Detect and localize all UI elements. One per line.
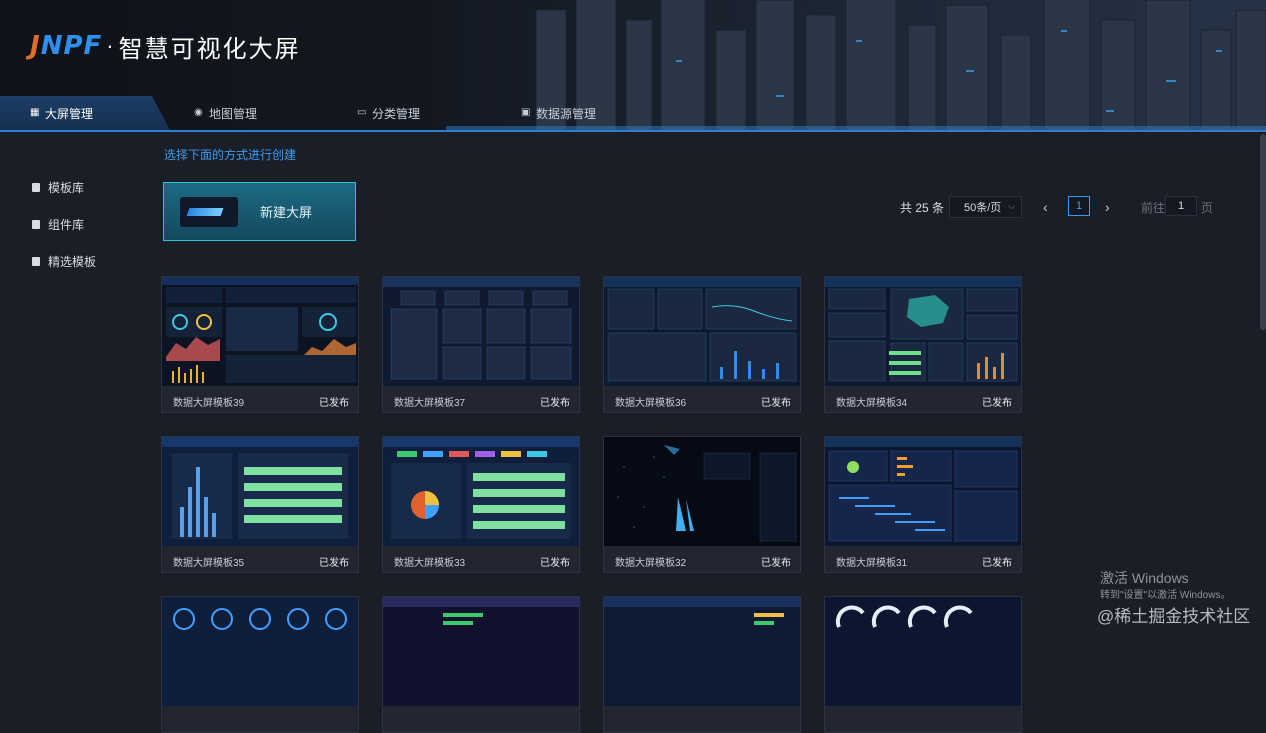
template-name: 数据大屏模板31 xyxy=(836,558,908,569)
publish-status: 已发布 xyxy=(319,558,349,569)
template-name: 数据大屏模板32 xyxy=(615,558,687,569)
nav-item-label: 大屏管理 xyxy=(45,106,94,121)
page-size-value: 50条/页 xyxy=(964,202,1002,214)
prev-page-button[interactable]: ‹ xyxy=(1043,196,1048,218)
template-card[interactable] xyxy=(603,596,801,733)
create-screen-button[interactable]: 新建大屏 xyxy=(163,182,356,241)
nav-item-category-manage[interactable]: ▭ 分类管理 xyxy=(357,96,420,130)
template-card[interactable]: 数据大屏模板36 已发布 xyxy=(603,276,801,413)
doc-icon xyxy=(32,219,40,229)
template-thumbnail xyxy=(825,277,1021,386)
publish-status: 已发布 xyxy=(319,398,349,409)
goto-unit: 页 xyxy=(1201,200,1214,215)
create-screen-thumbnail xyxy=(180,196,238,227)
template-thumbnail xyxy=(383,437,579,546)
chevron-down-icon: ⌵ xyxy=(1008,201,1015,211)
goto-label: 前往 xyxy=(1141,200,1166,215)
sidebar-item-component-library[interactable]: 组件库 xyxy=(32,216,84,232)
database-icon: ▣ xyxy=(521,107,531,118)
template-card[interactable]: 数据大屏模板32 已发布 xyxy=(603,436,801,573)
template-card[interactable]: 数据大屏模板33 已发布 xyxy=(382,436,580,573)
logo: JNPF · 智慧可视化大屏 xyxy=(30,30,301,63)
pagination-total: 共 25 条 xyxy=(900,200,945,215)
logo-separator: · xyxy=(106,33,115,58)
page-number-current[interactable]: 1 xyxy=(1068,196,1090,216)
scrollbar[interactable] xyxy=(1260,134,1266,330)
logo-brand-pf: PF xyxy=(63,31,103,61)
top-nav: ▦ 大屏管理 ◉ 地图管理 ▭ 分类管理 ▣ 数据源管理 xyxy=(0,96,1266,132)
sidebar-item-label: 组件库 xyxy=(48,217,85,232)
template-thumbnail xyxy=(162,437,358,546)
template-thumbnail xyxy=(162,597,358,706)
sidebar-item-template-library[interactable]: 模板库 xyxy=(32,179,84,195)
template-name: 数据大屏模板37 xyxy=(394,398,466,409)
template-thumbnail xyxy=(825,437,1021,546)
doc-icon xyxy=(32,182,40,192)
windows-activation-subtitle: 转到"设置"以激活 Windows。 xyxy=(1100,590,1231,601)
publish-status: 已发布 xyxy=(761,558,791,569)
template-card[interactable] xyxy=(382,596,580,733)
logo-brand-j: J xyxy=(30,31,41,61)
windows-activation-title: 激活 Windows xyxy=(1100,570,1189,586)
template-card[interactable] xyxy=(824,596,1022,733)
map-pin-icon: ◉ xyxy=(194,107,203,118)
publish-status: 已发布 xyxy=(540,558,570,569)
template-card[interactable]: 数据大屏模板34 已发布 xyxy=(824,276,1022,413)
main-content: 选择下面的方式进行创建 新建大屏 共 25 条 50条/页 ⌵ ‹ 1 › 前往… xyxy=(150,134,1266,733)
sidebar-item-label: 模板库 xyxy=(48,180,85,195)
template-card[interactable]: 数据大屏模板39 已发布 xyxy=(161,276,359,413)
sidebar-item-label: 精选模板 xyxy=(48,254,97,269)
nav-item-label: 地图管理 xyxy=(209,106,258,121)
template-thumbnail xyxy=(383,277,579,386)
logo-title: 智慧可视化大屏 xyxy=(118,35,301,63)
publish-status: 已发布 xyxy=(761,398,791,409)
template-name: 数据大屏模板34 xyxy=(836,398,908,409)
nav-item-label: 数据源管理 xyxy=(536,106,597,121)
template-card[interactable]: 数据大屏模板37 已发布 xyxy=(382,276,580,413)
sidebar-item-featured-templates[interactable]: 精选模板 xyxy=(32,253,96,269)
template-card[interactable]: 数据大屏模板31 已发布 xyxy=(824,436,1022,573)
nav-item-screen-manage[interactable]: ▦ 大屏管理 xyxy=(0,96,170,130)
next-page-button[interactable]: › xyxy=(1105,196,1110,218)
folder-icon: ▭ xyxy=(357,107,367,118)
publish-status: 已发布 xyxy=(982,398,1012,409)
logo-brand: JNPF xyxy=(30,31,102,61)
juejin-watermark: @稀土掘金技术社区 xyxy=(1097,607,1251,626)
template-thumbnail xyxy=(604,437,800,546)
template-thumbnail xyxy=(604,597,800,706)
template-card[interactable] xyxy=(161,596,359,733)
template-name: 数据大屏模板33 xyxy=(394,558,466,569)
nav-item-datasource-manage[interactable]: ▣ 数据源管理 xyxy=(521,96,596,130)
create-hint: 选择下面的方式进行创建 xyxy=(164,148,297,162)
nav-item-label: 分类管理 xyxy=(372,106,421,121)
template-name: 数据大屏模板35 xyxy=(173,558,245,569)
sidebar: 模板库 组件库 精选模板 xyxy=(0,134,150,633)
publish-status: 已发布 xyxy=(540,398,570,409)
template-thumbnail xyxy=(604,277,800,386)
template-name: 数据大屏模板36 xyxy=(615,398,687,409)
nav-item-map-manage[interactable]: ◉ 地图管理 xyxy=(194,96,257,130)
publish-status: 已发布 xyxy=(982,558,1012,569)
page-size-select[interactable]: 50条/页 ⌵ xyxy=(949,196,1022,218)
template-thumbnail xyxy=(383,597,579,706)
template-card[interactable]: 数据大屏模板35 已发布 xyxy=(161,436,359,573)
template-thumbnail xyxy=(825,597,1021,706)
create-screen-label: 新建大屏 xyxy=(260,205,313,220)
header: JNPF · 智慧可视化大屏 ▦ 大屏管理 ◉ 地图管理 ▭ 分类管理 ▣ 数据… xyxy=(0,0,1266,132)
doc-icon xyxy=(32,256,40,266)
goto-page-input[interactable]: 1 xyxy=(1165,196,1197,216)
template-name: 数据大屏模板39 xyxy=(173,398,245,409)
logo-brand-n: N xyxy=(40,31,64,61)
template-thumbnail xyxy=(162,277,358,386)
grid-icon: ▦ xyxy=(30,107,40,118)
